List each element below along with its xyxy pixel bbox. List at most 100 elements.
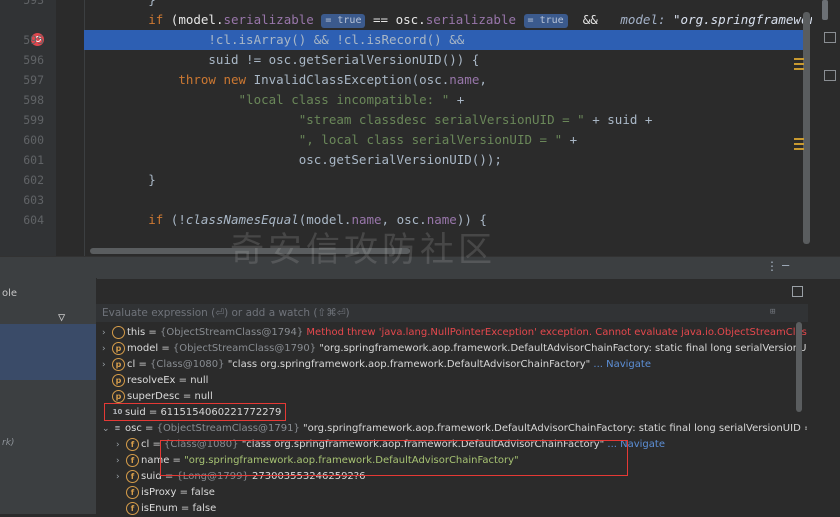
code-token: InvalidClassException(osc. — [246, 72, 449, 87]
code-line[interactable]: 601 osc.getSerialVersionUID()); — [0, 150, 840, 170]
expand-arrow-icon[interactable]: › — [116, 469, 126, 485]
more-options-icon[interactable]: ⋮ — [766, 259, 778, 273]
code-line[interactable]: 596 suid != osc.getSerialVersionUID()) { — [0, 50, 840, 70]
code-line[interactable]: 602 } — [0, 170, 840, 190]
code-line[interactable]: 600 ", local class serialVersionUID = " … — [0, 130, 840, 150]
filter-icon[interactable]: ▽ — [58, 310, 65, 324]
field-token: serializable — [224, 12, 314, 27]
field-token: serializable — [426, 12, 516, 27]
navigate-link[interactable]: ... Navigate — [590, 359, 651, 370]
warning-marker-icon[interactable] — [794, 58, 804, 60]
variable-row[interactable]: fisProxy = false — [96, 485, 821, 501]
warning-marker-icon[interactable] — [794, 138, 804, 140]
code-line[interactable]: 595 !cl.isArray() && !cl.isRecord() && — [0, 30, 840, 50]
expand-arrow-icon[interactable]: › — [102, 357, 112, 373]
variable-type-icon: f — [126, 470, 139, 483]
inlay-hint: = true — [321, 14, 365, 28]
field-token: name — [449, 72, 479, 87]
code-editor[interactable]: 593 } if (model.serializable = true == o… — [0, 0, 840, 256]
warning-marker-icon[interactable] — [794, 148, 804, 150]
variable-equals: = — [145, 327, 160, 338]
structure-icon[interactable] — [824, 70, 836, 81]
code-line[interactable]: 599 "stream classdesc serialVersionUID =… — [0, 110, 840, 130]
code-line[interactable]: 603 — [0, 190, 840, 210]
variable-type-icon: p — [112, 390, 125, 403]
variable-type: {ObjectStreamClass@1790} — [173, 343, 319, 354]
expand-arrow-icon[interactable]: ⌄ — [102, 421, 112, 437]
variable-type-icon: f — [126, 438, 139, 451]
variable-value: "org.springframework.aop.framework.Defau… — [303, 423, 807, 434]
variable-type-icon: p — [112, 342, 125, 355]
expand-arrow-icon[interactable]: › — [116, 453, 126, 469]
variable-row[interactable]: fisEnum = false — [96, 501, 821, 517]
variable-row[interactable]: presolveEx = null — [96, 373, 807, 389]
code-token: suid != osc.getSerialVersionUID()) { — [88, 52, 479, 67]
code-token — [88, 72, 178, 87]
editor-vertical-scrollbar[interactable] — [803, 12, 810, 244]
variable-name: this — [127, 327, 145, 338]
code-line[interactable]: 598 "local class incompatible: " + — [0, 90, 840, 110]
variables-scrollbar[interactable] — [796, 322, 802, 412]
line-number: 601 — [0, 150, 44, 170]
variable-row[interactable]: ›pmodel = {ObjectStreamClass@1790} "org.… — [96, 341, 807, 357]
code-text: } — [88, 170, 156, 190]
code-token: , — [479, 72, 487, 87]
variable-type-icon: f — [126, 454, 139, 467]
highlight-box-osc-name — [160, 440, 628, 476]
variable-name: model — [127, 343, 158, 354]
code-line[interactable]: 597 throw new InvalidClassException(osc.… — [0, 70, 840, 90]
warning-marker-icon[interactable] — [794, 143, 804, 145]
code-line[interactable]: 593 } — [0, 0, 840, 10]
line-number: 598 — [0, 90, 44, 110]
highlight-box-suid — [104, 403, 286, 421]
variable-value: Method threw 'java.lang.NullPointerExcep… — [306, 327, 807, 338]
line-number: 595 — [0, 30, 44, 50]
database-icon[interactable] — [824, 32, 836, 43]
code-line[interactable]: if (model.serializable = true == osc.ser… — [0, 10, 840, 30]
layout-icon[interactable] — [792, 286, 803, 297]
tool-strip-button[interactable] — [822, 0, 828, 20]
line-number: 602 — [0, 170, 44, 190]
variable-value: null — [194, 391, 212, 402]
variable-type-icon: f — [126, 502, 139, 515]
warning-marker-icon[interactable] — [794, 68, 804, 70]
variable-value: "org.springframework.aop.framework.Defau… — [319, 343, 807, 354]
variable-type-icon — [112, 326, 125, 339]
expand-arrow-icon[interactable]: › — [102, 325, 112, 341]
string-literal: "local class incompatible: " — [239, 92, 450, 107]
line-number: 600 — [0, 130, 44, 150]
add-watch-icon[interactable]: ⊞ — [770, 307, 775, 317]
variable-equals: = — [135, 359, 150, 370]
frames-pane[interactable]: ole ▽ rk) — [0, 278, 97, 514]
variable-value: "class org.springframework.aop.framework… — [228, 359, 591, 370]
variable-name: suid — [141, 471, 162, 482]
variable-value: false — [191, 487, 215, 498]
code-token: + — [449, 92, 464, 107]
line-number: 597 — [0, 70, 44, 90]
variable-row[interactable]: ⌄≡osc = {ObjectStreamClass@1791} "org.sp… — [96, 421, 807, 437]
keyword: if — [148, 212, 163, 227]
expand-arrow-icon[interactable]: › — [102, 341, 112, 357]
line-number: 596 — [0, 50, 44, 70]
expand-arrow-icon[interactable]: › — [116, 437, 126, 453]
code-token — [88, 212, 148, 227]
code-text: ", local class serialVersionUID = " + — [88, 130, 577, 150]
minimize-icon[interactable]: — — [782, 258, 789, 272]
selected-frame[interactable] — [0, 324, 96, 380]
variable-type-icon: ≡ — [112, 423, 123, 434]
variable-equals: = — [158, 343, 173, 354]
code-text: "local class incompatible: " + — [88, 90, 464, 110]
variable-type: {ObjectStreamClass@1791} — [157, 423, 303, 434]
variable-equals: = — [176, 487, 191, 498]
variable-row[interactable]: ›this = {ObjectStreamClass@1794} Method … — [96, 325, 807, 341]
code-text: !cl.isArray() && !cl.isRecord() && — [88, 30, 464, 50]
code-token — [516, 12, 524, 27]
variable-type: {Class@1080} — [150, 359, 228, 370]
variable-row[interactable]: ›pcl = {Class@1080} "class org.springfra… — [96, 357, 807, 373]
string-literal: ", local class serialVersionUID = " — [299, 132, 562, 147]
warning-marker-icon[interactable] — [794, 63, 804, 65]
code-text: osc.getSerialVersionUID()); — [88, 150, 502, 170]
evaluate-expression-input[interactable]: Evaluate expression (⏎) or add a watch (… — [96, 304, 808, 322]
variable-name: osc — [125, 423, 142, 434]
code-text: if (model.serializable = true == osc.ser… — [88, 10, 840, 30]
